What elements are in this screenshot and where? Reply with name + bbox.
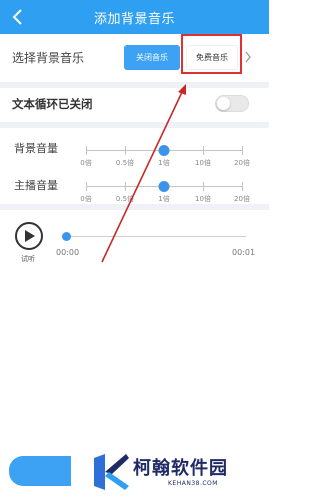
slider-tick [125,146,126,155]
page-title: 添加背景音乐 [93,12,175,27]
host-volume-slider[interactable]: 0倍 0.5倍 1倍 10倍 20倍 [80,181,250,205]
tick-label: 0.5倍 [115,195,135,203]
chevron-right-icon[interactable] [244,51,252,63]
tick-label: 20倍 [234,195,250,203]
watermark-title: 柯翰软件园 [133,458,228,479]
bg-volume-label: 背景音量 [14,142,58,155]
kehan-logo-icon [94,454,129,490]
music-select-label: 选择背景音乐 [12,51,85,65]
tick-label: 20倍 [234,159,250,167]
loop-toggle-switch[interactable] [215,95,249,112]
play-button[interactable] [15,222,43,250]
slider-tick [125,182,126,191]
slider-knob[interactable] [158,145,170,156]
toggle-knob [217,97,230,110]
loop-label: 文本循环已关闭 [12,97,93,111]
music-select-row: 选择背景音乐 关闭音乐 免费音乐 [0,34,269,82]
slider-tick [242,182,243,191]
bg-volume-slider[interactable]: 0倍 0.5倍 1倍 10倍 20倍 [80,145,250,169]
loop-toggle-row: 文本循环已关闭 [0,88,269,120]
slider-tick [86,182,87,191]
tick-label: 10倍 [195,195,211,203]
tick-label: 0倍 [80,195,92,203]
close-music-button[interactable]: 关闭音乐 [124,45,180,70]
tick-label: 1倍 [158,195,170,203]
confirm-button[interactable] [9,456,71,486]
section-divider [0,204,269,210]
slider-knob[interactable] [158,181,170,192]
slider-tick [242,146,243,155]
host-volume-label: 主播音量 [14,179,58,192]
preview-label: 试听 [21,255,35,263]
play-icon [25,230,35,242]
tick-label: 0.5倍 [115,159,135,167]
watermark-logo: 柯翰软件园 KEHAN38.COM [92,452,264,494]
slider-tick [86,146,87,155]
tick-label: 0倍 [80,159,92,167]
slider-tick [203,182,204,191]
tick-label: 1倍 [158,159,170,167]
watermark-subtitle: KEHAN38.COM [168,480,218,487]
total-time: 00:01 [232,248,256,257]
tick-label: 10倍 [195,159,211,167]
current-time: 00:00 [56,248,80,257]
slider-tick [203,146,204,155]
section-divider [0,122,269,128]
header-bar: 添加背景音乐 [0,0,269,34]
playback-progress-knob[interactable] [62,232,71,241]
playback-progress-track[interactable] [66,236,246,237]
free-music-button[interactable]: 免费音乐 [186,45,238,70]
